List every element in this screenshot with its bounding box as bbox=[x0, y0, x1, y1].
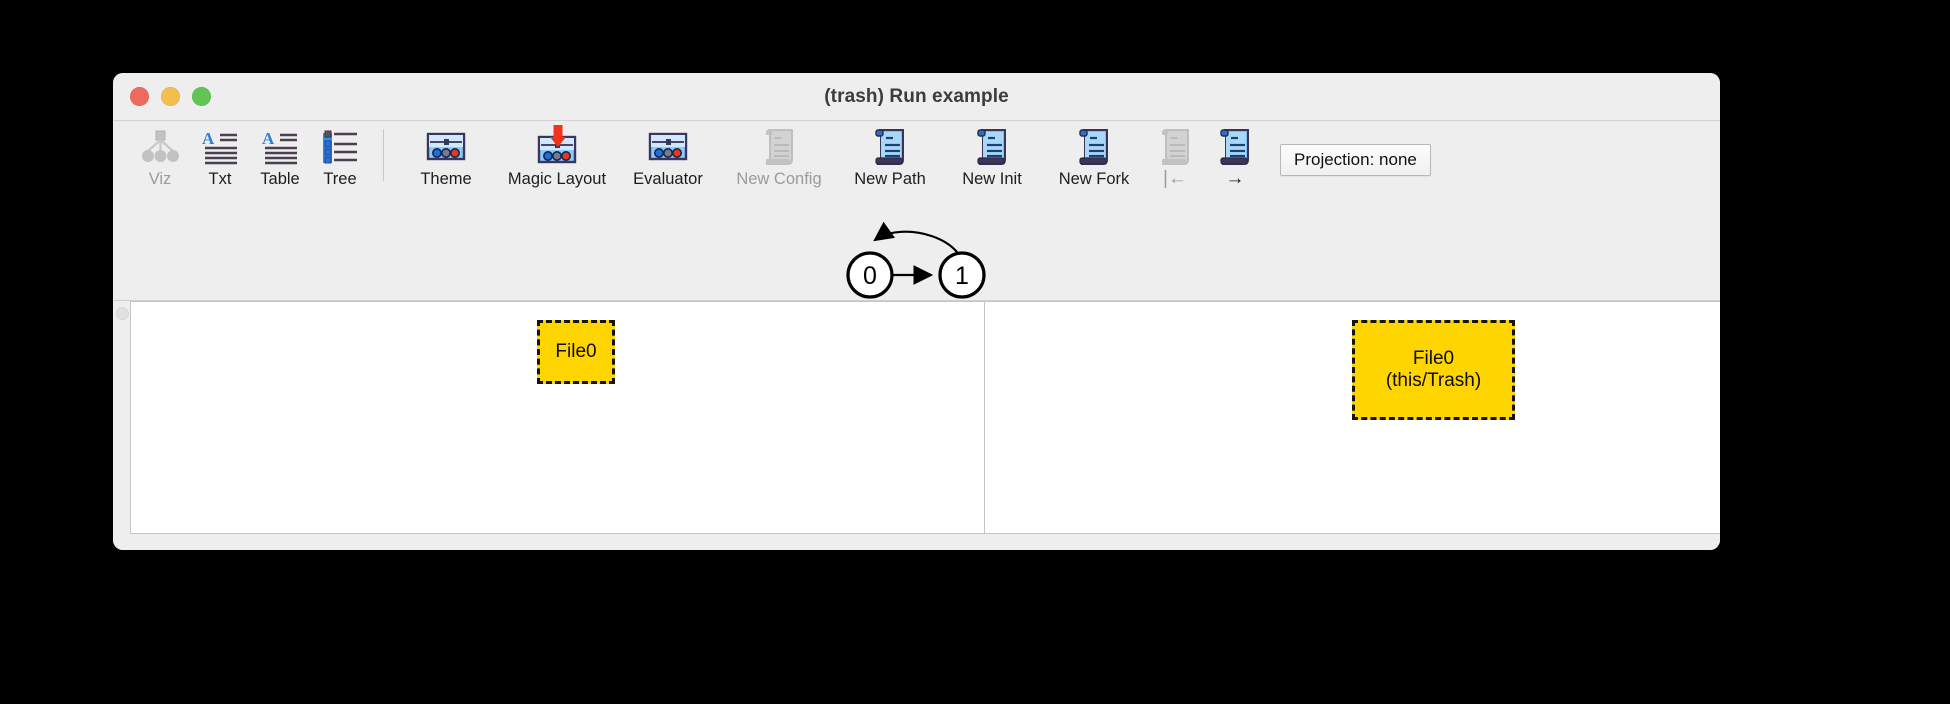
maximize-button[interactable] bbox=[192, 87, 211, 106]
atom-label-line-2: (this/Trash) bbox=[1385, 370, 1482, 391]
left-rail bbox=[113, 301, 130, 534]
toolbar-item-evaluator[interactable]: Evaluator bbox=[618, 125, 718, 189]
screen: (trash) Run example Viz A Txt A Table Tr… bbox=[0, 0, 1950, 704]
state-graph[interactable]: 0 1 bbox=[113, 196, 1720, 304]
app-window: (trash) Run example Viz A Txt A Table Tr… bbox=[113, 73, 1720, 550]
toolbar-item-step-forward[interactable]: → bbox=[1206, 125, 1264, 188]
window-title: (trash) Run example bbox=[824, 85, 1009, 107]
scroll-blue-icon bbox=[972, 125, 1012, 169]
toolbar-item-table[interactable]: A Table bbox=[251, 125, 309, 189]
toolbar-label-step-forward: → bbox=[1225, 168, 1245, 189]
toolbar: Viz A Txt A Table Tree Theme Magic Layou… bbox=[113, 121, 1720, 199]
toolbar-label-theme: Theme bbox=[420, 170, 472, 188]
table-document-icon: A bbox=[260, 125, 300, 169]
close-button[interactable] bbox=[130, 87, 149, 106]
graph-node-0-label: 0 bbox=[863, 262, 877, 290]
toolbar-label-new-config: New Config bbox=[736, 170, 822, 188]
split-view: File0 File0 (this/Trash) bbox=[130, 301, 1720, 534]
instance-pane-right[interactable]: File0 (this/Trash) bbox=[985, 302, 1720, 533]
toolbar-item-magic-layout[interactable]: Magic Layout bbox=[498, 125, 616, 189]
toolbar-item-new-path[interactable]: New Path bbox=[840, 125, 940, 189]
toolbar-label-table: Table bbox=[260, 170, 300, 188]
svg-text:A: A bbox=[262, 129, 275, 148]
toolbar-label-txt: Txt bbox=[208, 170, 232, 188]
toolbar-item-theme[interactable]: Theme bbox=[396, 125, 496, 189]
toolbar-item-viz[interactable]: Viz bbox=[131, 125, 189, 189]
atom-label-line-1: File0 bbox=[1412, 347, 1455, 369]
text-document-icon: A bbox=[200, 125, 240, 169]
window-controls bbox=[130, 87, 211, 106]
atom-box-file0[interactable]: File0 bbox=[537, 320, 615, 384]
state-graph-strip[interactable]: 0 1 bbox=[113, 199, 1720, 301]
scroll-blue-icon bbox=[870, 125, 910, 169]
content-area: File0 File0 (this/Trash) bbox=[113, 301, 1720, 550]
toolbar-item-step-back[interactable]: |← bbox=[1146, 125, 1204, 188]
toolbar-item-new-config[interactable]: New Config bbox=[720, 125, 838, 189]
scroll-gray-icon bbox=[759, 125, 799, 169]
theme-panel-icon bbox=[424, 125, 468, 169]
toolbar-label-viz: Viz bbox=[148, 170, 172, 188]
tree-list-icon bbox=[320, 125, 360, 169]
toolbar-label-step-back: |← bbox=[1163, 168, 1187, 189]
toolbar-item-new-fork[interactable]: New Fork bbox=[1044, 125, 1144, 189]
projection-button[interactable]: Projection: none bbox=[1280, 144, 1431, 176]
title-bar: (trash) Run example bbox=[113, 73, 1720, 121]
graph-node-1-label: 1 bbox=[955, 262, 969, 290]
minimize-button[interactable] bbox=[161, 87, 180, 106]
toolbar-label-new-path: New Path bbox=[854, 170, 926, 188]
scroll-blue-icon bbox=[1074, 125, 1114, 169]
viz-tree-icon bbox=[140, 125, 180, 169]
toolbar-item-tree[interactable]: Tree bbox=[311, 125, 369, 189]
toolbar-separator-1 bbox=[383, 129, 384, 181]
projection-label: Projection: none bbox=[1294, 150, 1417, 169]
toolbar-item-txt[interactable]: A Txt bbox=[191, 125, 249, 189]
toolbar-label-magic-layout: Magic Layout bbox=[507, 170, 607, 188]
rail-collapse-handle[interactable] bbox=[116, 307, 129, 320]
toolbar-item-new-init[interactable]: New Init bbox=[942, 125, 1042, 189]
toolbar-label-evaluator: Evaluator bbox=[633, 170, 703, 188]
instance-pane-left[interactable]: File0 bbox=[131, 302, 984, 533]
toolbar-label-new-fork: New Fork bbox=[1058, 170, 1130, 188]
atom-label-line-1: File0 bbox=[555, 340, 597, 362]
magic-layout-icon bbox=[535, 125, 579, 169]
scroll-blue-icon bbox=[1215, 125, 1255, 169]
scroll-gray-icon bbox=[1155, 125, 1195, 169]
svg-text:A: A bbox=[202, 129, 215, 148]
evaluator-panel-icon bbox=[646, 125, 690, 169]
toolbar-label-new-init: New Init bbox=[962, 170, 1022, 188]
atom-box-file0-trash[interactable]: File0 (this/Trash) bbox=[1352, 320, 1515, 420]
toolbar-label-tree: Tree bbox=[323, 170, 357, 188]
